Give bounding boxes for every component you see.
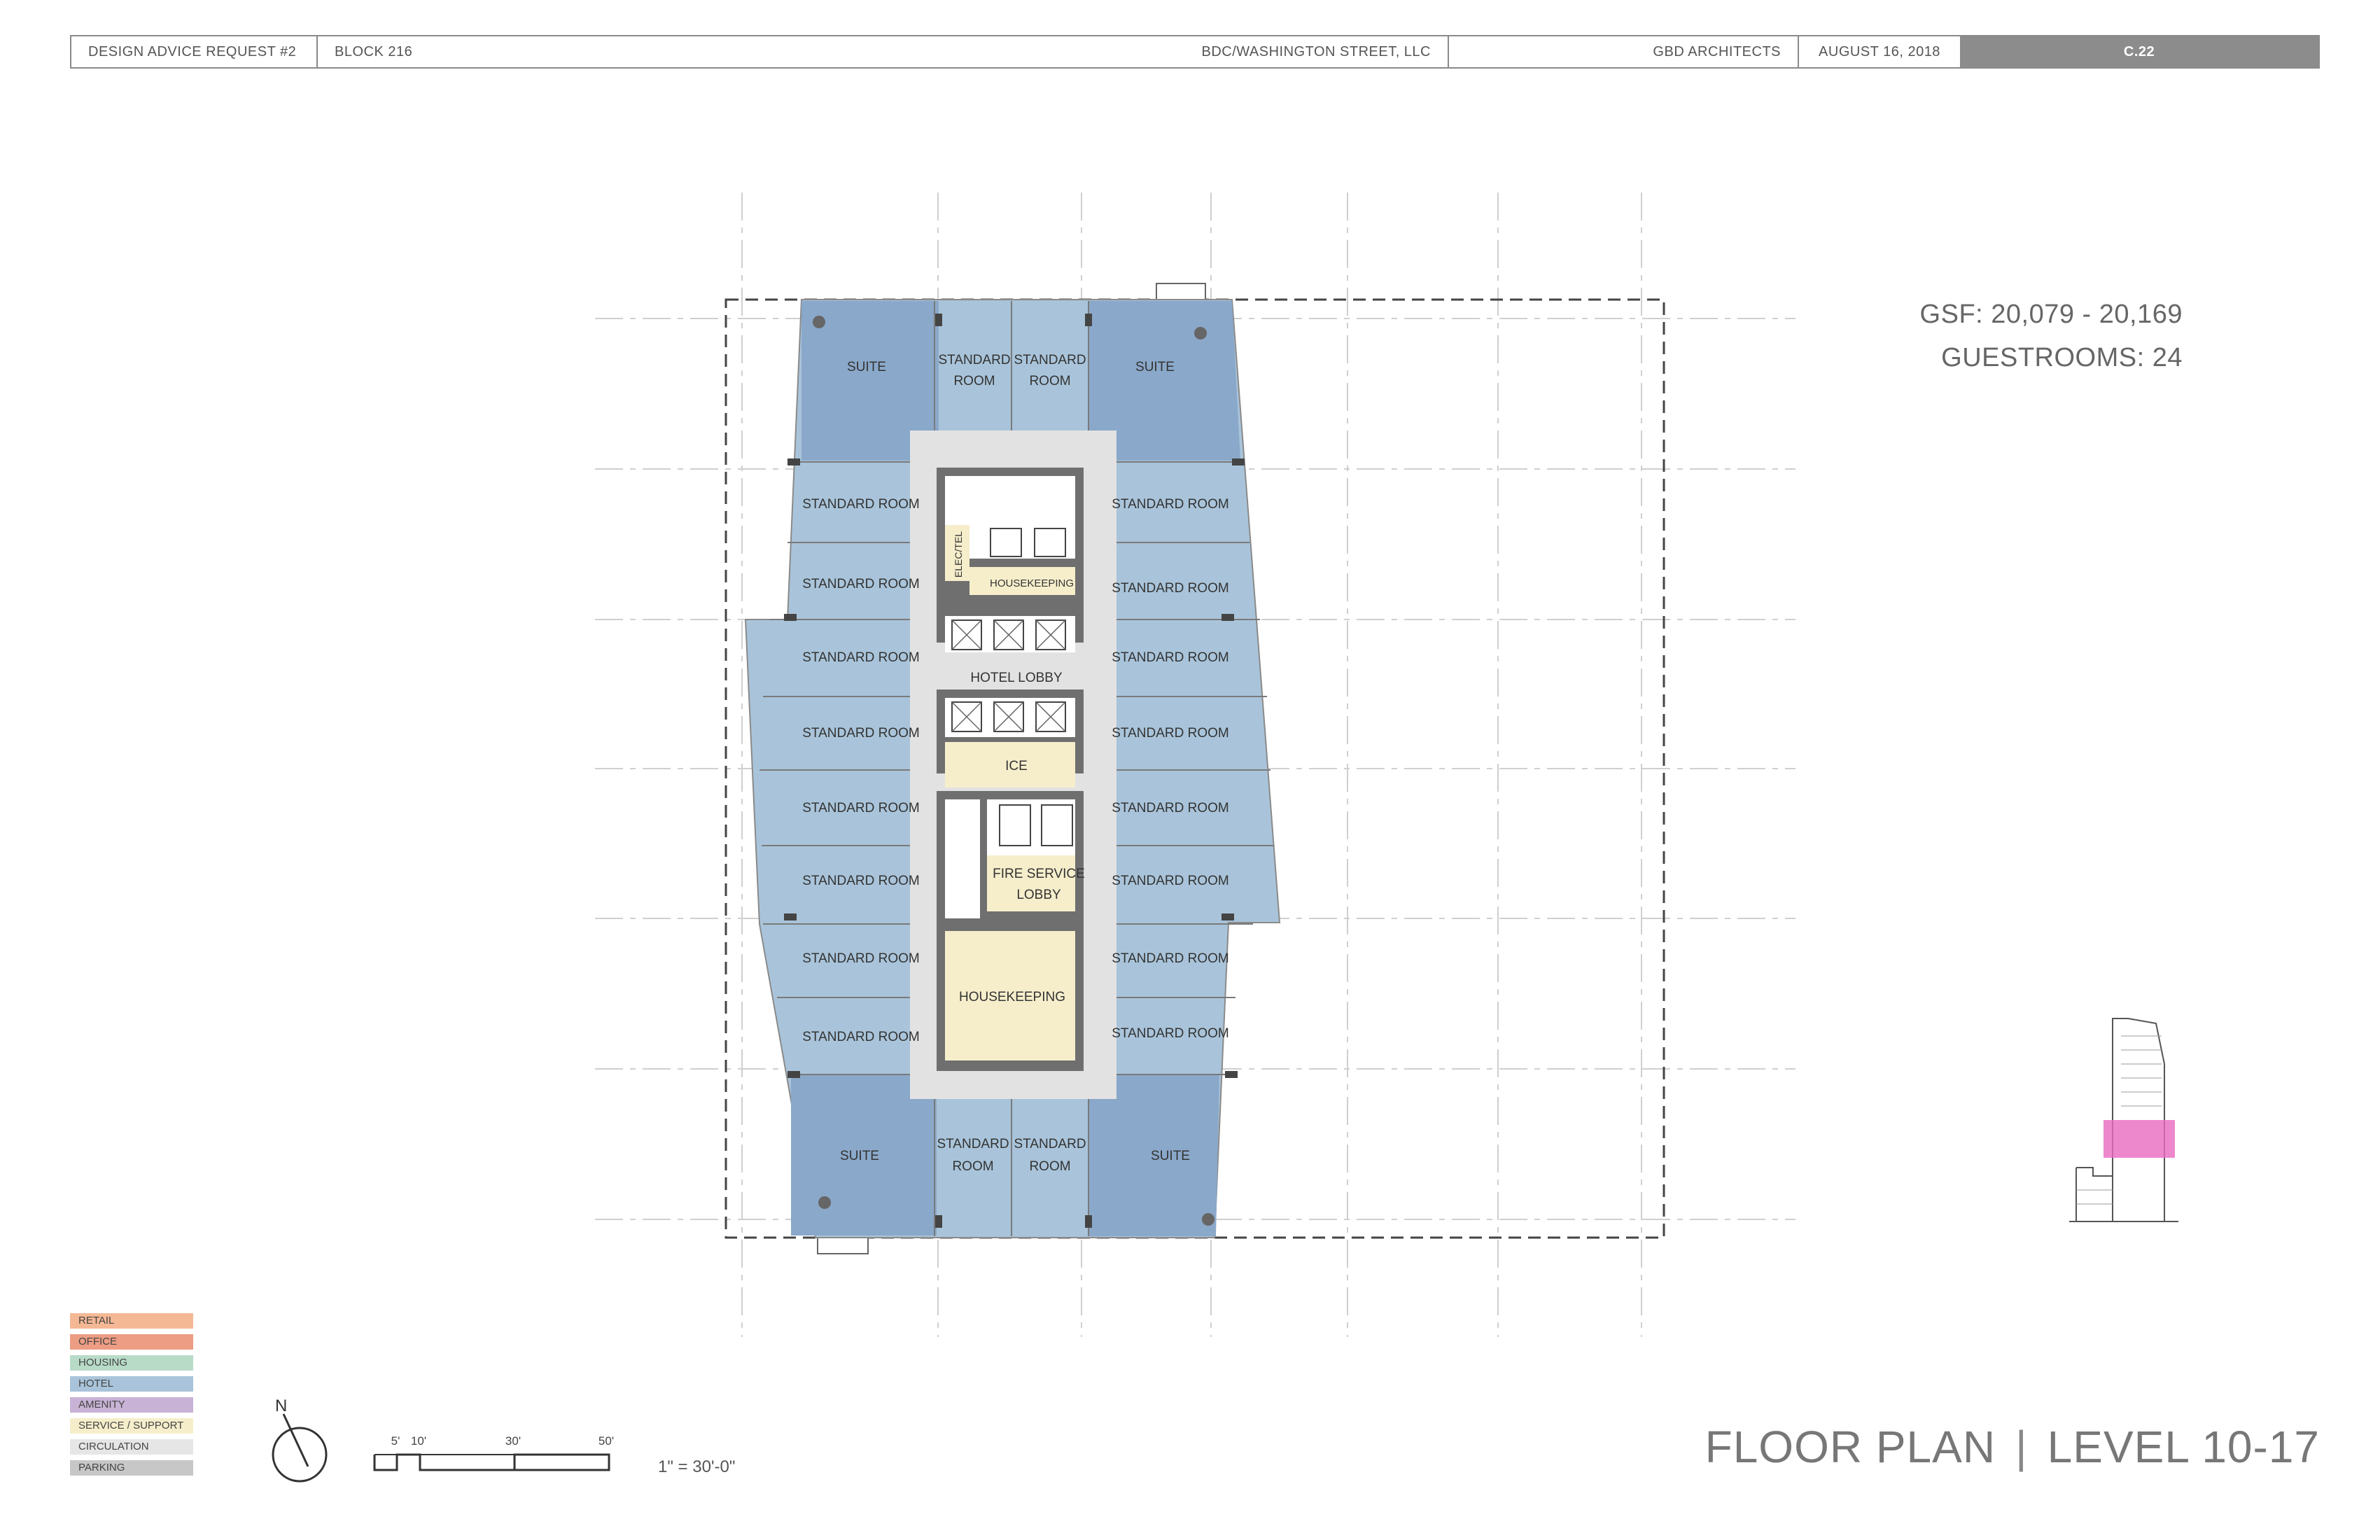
scale-ticks: 5' 10' 30' 50' bbox=[391, 1434, 614, 1448]
elec-tel-label: ELEC/TEL bbox=[953, 531, 964, 578]
legend-housing: HOUSING bbox=[70, 1355, 193, 1371]
standard-room-label: STANDARD ROOM bbox=[1112, 1026, 1228, 1041]
standard-room-label: STANDARD ROOM bbox=[1112, 726, 1228, 741]
housekeeping-label: HOUSEKEEPING bbox=[959, 990, 1065, 1004]
standard-room-label: STANDARD ROOM bbox=[802, 497, 919, 512]
graphic-scale-bar bbox=[373, 1453, 610, 1471]
standard-room-label: ROOM bbox=[952, 1159, 993, 1174]
sheet-title-left: FLOOR PLAN bbox=[1704, 1422, 1996, 1472]
standard-room-label: STANDARD bbox=[938, 353, 1010, 368]
scale-tick-label: 5' bbox=[391, 1434, 400, 1448]
sheet-title: FLOOR PLAN | LEVEL 10-17 bbox=[1705, 1421, 2320, 1473]
fire-service-lobby-label: FIRE SERVICE bbox=[993, 867, 1085, 881]
north-label: N bbox=[275, 1396, 287, 1415]
legend-service-support: SERVICE / SUPPORT bbox=[70, 1418, 193, 1434]
stair-south bbox=[945, 799, 980, 918]
standard-room-label: STANDARD ROOM bbox=[1112, 581, 1228, 596]
standard-room-label: STANDARD bbox=[1014, 1137, 1086, 1152]
standard-room-label: ROOM bbox=[953, 374, 995, 388]
standard-room-label: STANDARD ROOM bbox=[802, 801, 919, 816]
suite-label: SUITE bbox=[847, 360, 886, 374]
area-summary: GSF: 20,079 - 20,169 GUESTROOMS: 24 bbox=[1920, 293, 2183, 379]
legend-circulation: CIRCULATION bbox=[70, 1439, 193, 1455]
standard-room-label: STANDARD ROOM bbox=[802, 577, 919, 592]
housekeeping-label: HOUSEKEEPING bbox=[990, 578, 1074, 589]
legend-hotel: HOTEL bbox=[70, 1376, 193, 1392]
legend-retail: RETAIL bbox=[70, 1313, 193, 1329]
standard-room-label: STANDARD ROOM bbox=[802, 1030, 919, 1044]
legend-amenity: AMENITY bbox=[70, 1397, 193, 1413]
stair-north bbox=[945, 476, 1075, 525]
standard-room-label: ROOM bbox=[1029, 374, 1070, 388]
standard-room-label: STANDARD ROOM bbox=[1112, 497, 1228, 512]
fire-service-lobby bbox=[987, 855, 1075, 911]
standard-room-label: STANDARD ROOM bbox=[802, 874, 919, 888]
standard-room-label: STANDARD ROOM bbox=[1112, 801, 1228, 816]
ice-label: ICE bbox=[1005, 759, 1028, 774]
standard-room-label: STANDARD bbox=[1014, 353, 1086, 368]
legend-office: OFFICE bbox=[70, 1334, 193, 1350]
hotel-lobby-label: HOTEL LOBBY bbox=[970, 671, 1063, 685]
scale-note: 1" = 30'-0" bbox=[658, 1457, 736, 1476]
floor-plan-drawing: SUITE SUITE SUITE SUITE STANDARD ROOM ST… bbox=[272, 192, 2178, 1483]
standard-room-label: STANDARD ROOM bbox=[1112, 874, 1228, 888]
program-legend: RETAIL OFFICE HOUSING HOTEL AMENITY SERV… bbox=[70, 1313, 193, 1481]
standard-room-label: STANDARD ROOM bbox=[1112, 951, 1228, 966]
suite-label: SUITE bbox=[1135, 360, 1175, 374]
standard-room-label: STANDARD ROOM bbox=[1112, 650, 1228, 665]
standard-room-label: STANDARD ROOM bbox=[802, 726, 919, 741]
scale-tick-label: 10' bbox=[411, 1434, 426, 1448]
fire-service-lobby-label: LOBBY bbox=[1016, 888, 1061, 902]
level-highlight bbox=[2104, 1120, 2175, 1158]
standard-room-label: ROOM bbox=[1029, 1159, 1070, 1174]
title-divider: | bbox=[2015, 1422, 2028, 1472]
standard-room-label: STANDARD ROOM bbox=[802, 650, 919, 665]
scale-tick-label: 50' bbox=[598, 1434, 614, 1448]
legend-parking: PARKING bbox=[70, 1460, 193, 1476]
guestrooms-label: GUESTROOMS: 24 bbox=[1941, 343, 2183, 372]
suite-label: SUITE bbox=[1151, 1149, 1190, 1163]
north-arrow-icon bbox=[272, 1413, 328, 1483]
standard-room-label: STANDARD ROOM bbox=[802, 951, 919, 966]
sheet-title-right: LEVEL 10-17 bbox=[2047, 1422, 2320, 1472]
suite-label: SUITE bbox=[840, 1149, 879, 1163]
standard-room-label: STANDARD bbox=[937, 1137, 1009, 1152]
scale-tick-label: 30' bbox=[505, 1434, 521, 1448]
gsf-label: GSF: 20,079 - 20,169 bbox=[1919, 300, 2183, 329]
